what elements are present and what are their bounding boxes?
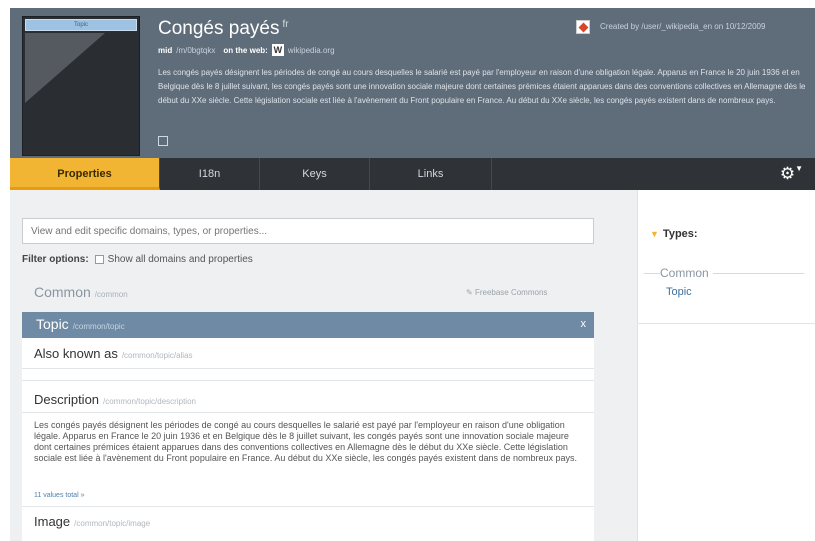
types-heading[interactable]: ▼ Types: [650, 228, 698, 240]
property-label: Description [34, 392, 100, 407]
type-path: /common/topic [72, 322, 125, 331]
domain-path: /common [94, 290, 128, 299]
wikipedia-link[interactable]: wikipedia.org [288, 46, 335, 55]
filter-label: Filter options: [22, 254, 89, 265]
topic-meta: mid /m/0bgtqkx on the web: W wikipedia.o… [158, 44, 343, 56]
mid-label: mid [158, 45, 173, 55]
type-header-topic[interactable]: Topic/common/topic x [22, 312, 594, 338]
properties-panel: Filter options: Show all domains and pro… [10, 190, 625, 541]
title-lang: fr [282, 18, 289, 30]
gear-icon[interactable]: ⚙▼ [780, 164, 803, 184]
freebase-commons-label: Freebase Commons [474, 288, 548, 297]
tab-properties[interactable]: Properties [10, 158, 160, 190]
sidebar-group-common: Common [660, 266, 713, 280]
property-path: /common/topic/alias [121, 351, 193, 360]
filter-options: Filter options: Show all domains and pro… [22, 254, 253, 265]
show-all-label[interactable]: Show all domains and properties [108, 254, 253, 265]
property-label: Also known as [34, 346, 118, 361]
thumbnail-placeholder-shape [25, 33, 105, 103]
domain-heading[interactable]: Common/common [34, 284, 128, 300]
show-all-checkbox[interactable] [94, 255, 104, 264]
sidebar-type-topic[interactable]: Topic [666, 286, 692, 298]
tab-bar: Properties I18n Keys Links ⚙▼ [10, 158, 815, 193]
wikipedia-icon: W [271, 44, 284, 56]
property-path: /common/topic/image [74, 519, 151, 528]
sidebar-gutter [625, 190, 637, 541]
creator-info[interactable]: Created by /user/_wikipedia_en on 10/12/… [600, 22, 765, 31]
title-text: Congés payés [158, 18, 280, 39]
property-path: /common/topic/description [103, 397, 196, 406]
tab-i18n[interactable]: I18n [160, 158, 260, 190]
types-label: Types: [662, 228, 698, 240]
more-values-link[interactable]: 11 values total » [34, 492, 84, 499]
domain-name: Common [34, 284, 91, 300]
freebase-user-icon [576, 20, 590, 34]
expand-toggle[interactable] [158, 136, 168, 146]
web-label: on the web: [223, 45, 268, 55]
close-icon[interactable]: x [581, 318, 587, 330]
chevron-down-icon: ▼ [795, 164, 803, 173]
tab-keys[interactable]: Keys [260, 158, 370, 190]
thumbnail-caption-bar: Topic [25, 19, 137, 31]
divider [22, 368, 594, 369]
property-label: Image [34, 514, 71, 529]
divider [22, 412, 594, 413]
description-value[interactable]: Les congés payés désignent les périodes … [34, 420, 579, 464]
header-description: Les congés payés désignent les périodes … [158, 68, 806, 105]
property-image[interactable]: Image/common/topic/image [34, 514, 150, 529]
type-properties-card: Also known as/common/topic/alias Descrip… [22, 338, 594, 541]
triangle-down-icon: ▼ [650, 229, 659, 239]
type-name: Topic [36, 316, 69, 332]
types-sidebar: ▼ Types: Common Topic [637, 190, 815, 541]
search-input[interactable] [22, 218, 594, 244]
topic-header: Topic Congés payés fr mid /m/0bgtqkx on t… [10, 8, 815, 158]
tab-links[interactable]: Links [370, 158, 492, 190]
topic-thumbnail[interactable]: Topic [22, 16, 140, 156]
freebase-commons-link[interactable]: ✎ Freebase Commons [466, 288, 547, 297]
property-also-known-as[interactable]: Also known as/common/topic/alias [34, 346, 193, 361]
divider [22, 380, 594, 381]
divider [22, 506, 594, 507]
type-title: Topic/common/topic [36, 316, 125, 332]
page-title: Congés payés fr [158, 18, 289, 40]
thumbnail-caption: Topic [73, 22, 88, 28]
mid-value: /m/0bgtqkx [176, 45, 216, 55]
types-box [638, 254, 815, 324]
property-description[interactable]: Description/common/topic/description [34, 392, 196, 407]
